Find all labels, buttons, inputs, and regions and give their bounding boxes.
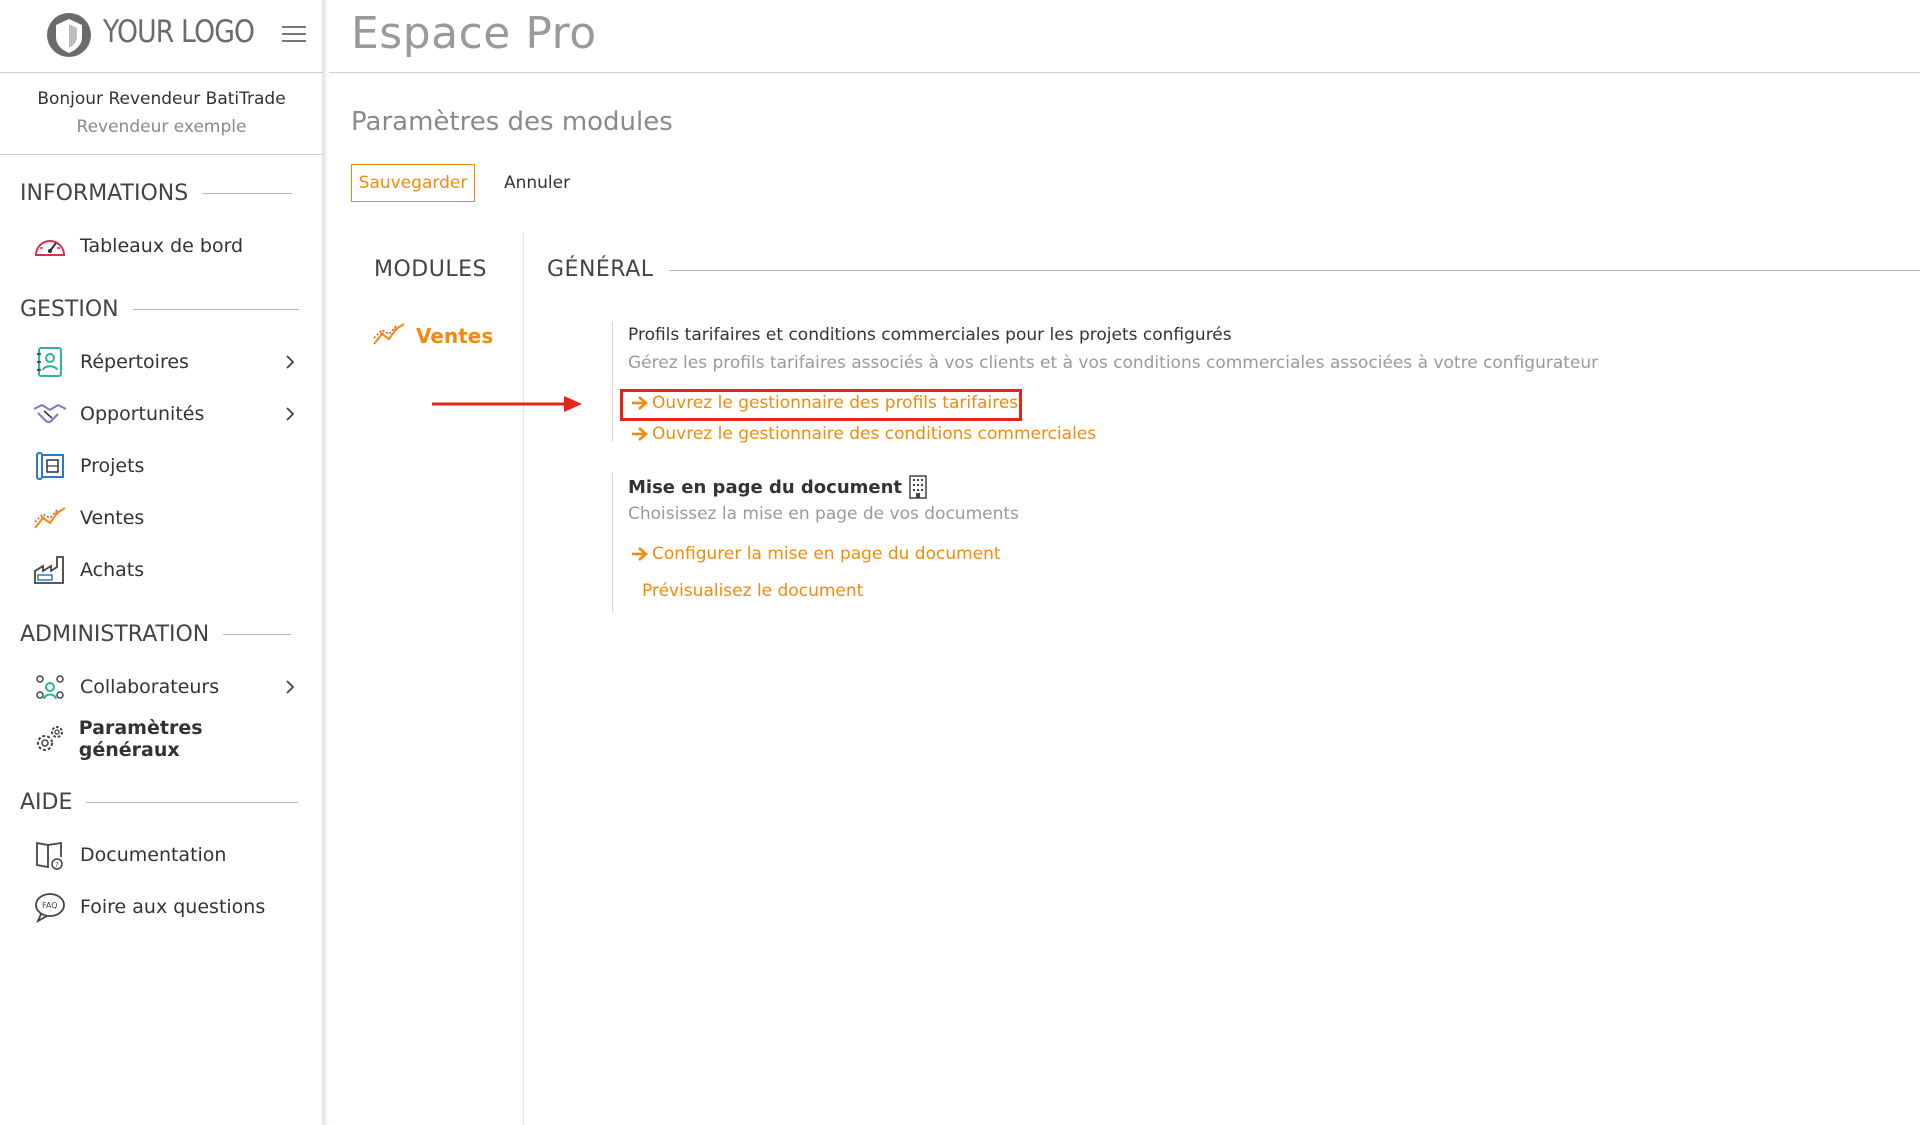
section-title-label: GESTION [20,297,119,322]
block-title-mise-en-page: Mise en page du document [628,475,928,499]
section-title-gestion: GESTION [20,297,299,322]
logo-text: YOUR LOGO [103,14,255,50]
general-title: GÉNÉRAL [547,257,654,282]
sidebar-item-repertoires[interactable]: Répertoires [32,342,302,382]
sidebar-item-label: Tableaux de bord [80,235,244,257]
arrow-right-icon [632,547,648,561]
link-label: Configurer la mise en page du document [652,544,1001,564]
link-conditions-commerciales[interactable]: Ouvrez le gestionnaire des conditions co… [630,424,1096,444]
contacts-book-icon [32,344,68,380]
block-title-profils: Profils tarifaires et conditions commerc… [628,325,1232,345]
building-icon [909,475,927,499]
chevron-right-icon [278,675,302,699]
module-item-label: Ventes [416,324,494,348]
chevron-right-icon [278,350,302,374]
sidebar-item-projets[interactable]: Projets [32,446,302,486]
svg-text:FAQ: FAQ [42,901,58,910]
sales-trend-icon [372,320,406,352]
handshake-icon [32,396,68,432]
sidebar-item-label: Foire aux questions [80,896,266,918]
module-item-ventes[interactable]: Ventes [372,320,493,352]
sidebar-item-parametres-generaux[interactable]: Paramètres généraux [32,717,302,761]
link-previsualiser-document[interactable]: Prévisualisez le document [642,581,863,601]
logo-mark-icon [47,13,91,57]
sidebar-item-collaborateurs[interactable]: Collaborateurs [32,667,302,707]
block-subtitle-profils: Gérez les profils tarifaires associés à … [628,353,1599,373]
factory-icon [32,552,68,588]
sidebar-item-opportunites[interactable]: Opportunités [32,394,302,434]
gears-icon [32,721,67,757]
arrow-right-icon [632,427,648,441]
sidebar: YOUR LOGO Bonjour Revendeur BatiTrade Re… [0,0,323,1125]
cancel-button[interactable]: Annuler [492,164,582,202]
section-title-label: AIDE [20,790,73,815]
section-title-aide: AIDE [20,790,299,815]
sales-trend-icon [32,500,68,536]
link-label: Ouvrez le gestionnaire des conditions co… [652,424,1097,444]
sidebar-item-label: Répertoires [80,351,189,373]
link-configurer-mise-en-page[interactable]: Configurer la mise en page du document [630,544,1001,564]
save-button[interactable]: Sauvegarder [351,164,475,202]
annotation-arrow-icon [432,396,582,412]
column-divider [523,232,524,1125]
sidebar-item-label: Achats [80,559,145,581]
user-box: Bonjour Revendeur BatiTrade Revendeur ex… [0,73,323,155]
modules-title: MODULES [374,257,487,282]
chevron-right-icon [278,402,302,426]
link-label: Ouvrez le gestionnaire des profils tarif… [652,393,1019,413]
section-divider [223,634,292,635]
sidebar-item-label: Documentation [80,844,227,866]
sidebar-item-ventes[interactable]: Ventes [32,498,302,538]
sidebar-item-label: Ventes [80,507,145,529]
general-divider [669,270,1920,271]
sidebar-shadow [323,0,329,1125]
section-title-informations: INFORMATIONS [20,181,293,206]
app-title: Espace Pro [351,8,597,59]
svg-text:?: ? [55,861,59,869]
sidebar-item-tableaux-de-bord[interactable]: Tableaux de bord [32,226,302,266]
section-divider [86,802,299,803]
hamburger-icon[interactable] [282,26,306,44]
arrow-right-icon [632,396,648,410]
sidebar-item-achats[interactable]: Achats [32,550,302,590]
block-title-label: Mise en page du document [628,476,903,498]
sidebar-item-label: Collaborateurs [80,676,220,698]
section-title-administration: ADMINISTRATION [20,622,292,647]
sidebar-item-faq[interactable]: FAQ Foire aux questions [32,887,302,927]
section-title-label: INFORMATIONS [20,181,189,206]
section-title-label: ADMINISTRATION [20,622,210,647]
block-bar [612,473,613,613]
sidebar-item-label: Opportunités [80,403,205,425]
team-icon [32,669,68,705]
page-title: Paramètres des modules [351,107,673,137]
block-subtitle-mise-en-page: Choisissez la mise en page de vos docume… [628,504,1019,524]
topbar: Espace Pro [329,0,1920,73]
dashboard-gauge-icon [32,228,68,264]
block-bar [612,322,613,442]
section-divider [202,193,293,194]
book-help-icon: ? [32,837,68,873]
sidebar-item-label: Paramètres généraux [78,717,203,761]
user-subtitle: Revendeur exemple [76,117,247,137]
sidebar-item-documentation[interactable]: ? Documentation [32,835,302,875]
user-greeting: Bonjour Revendeur BatiTrade [37,89,286,109]
link-profils-tarifaires[interactable]: Ouvrez le gestionnaire des profils tarif… [630,393,1018,413]
faq-bubble-icon: FAQ [32,889,68,925]
blueprint-icon [32,448,68,484]
section-divider [132,309,299,310]
logo-bar: YOUR LOGO [0,0,323,73]
sidebar-item-label: Projets [80,455,145,477]
